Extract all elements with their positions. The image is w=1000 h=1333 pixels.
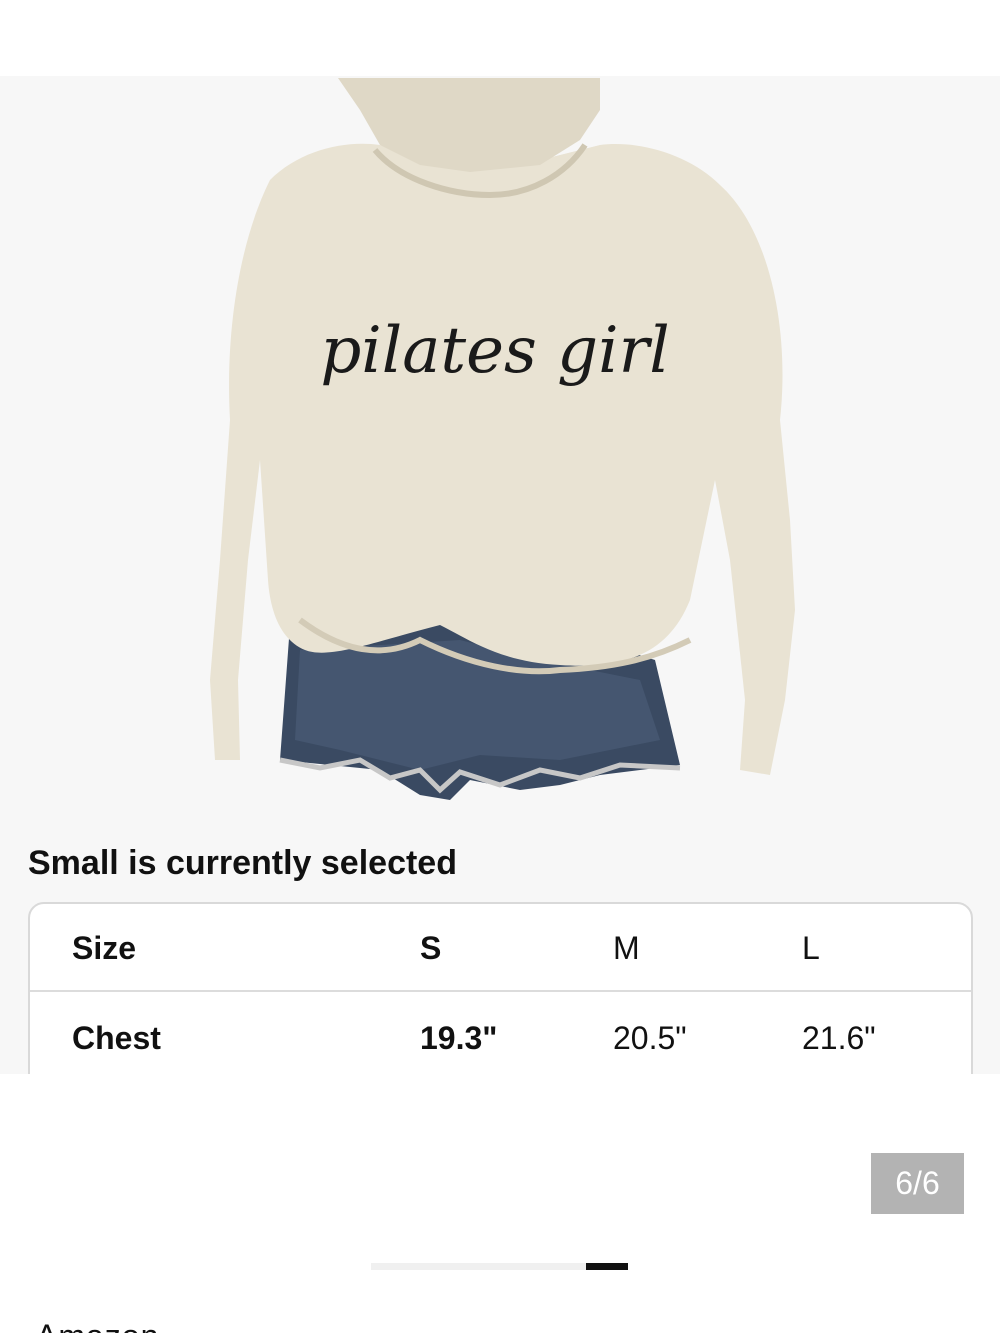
chest-value-m: 20.5" <box>613 1020 687 1056</box>
size-option-l[interactable]: L <box>802 904 820 992</box>
image-page-counter: 6/6 <box>871 1153 964 1214</box>
hoodie-print-text: pilates girl <box>320 314 669 388</box>
size-chart-table: Size S M L Chest 19.3" 20.5" 21.6" <box>28 902 973 1074</box>
chest-value-l: 21.6" <box>802 1020 876 1056</box>
carousel-progress-indicator <box>586 1263 628 1270</box>
chest-row-label: Chest <box>72 1020 161 1056</box>
size-option-s[interactable]: S <box>420 904 441 992</box>
size-table-header-row: Size S M L <box>30 904 971 992</box>
product-image-panel[interactable]: pilates girl Small is currently selected… <box>0 76 1000 1074</box>
size-header-label: Size <box>72 930 137 966</box>
product-photo: pilates girl <box>210 78 795 800</box>
seller-name[interactable]: Amazon <box>36 1318 159 1333</box>
chest-value-s: 19.3" <box>420 1020 498 1056</box>
size-selection-caption: Small is currently selected <box>28 844 457 882</box>
size-option-m[interactable]: M <box>613 904 640 992</box>
table-row: Chest 19.3" 20.5" 21.6" <box>30 994 971 1074</box>
